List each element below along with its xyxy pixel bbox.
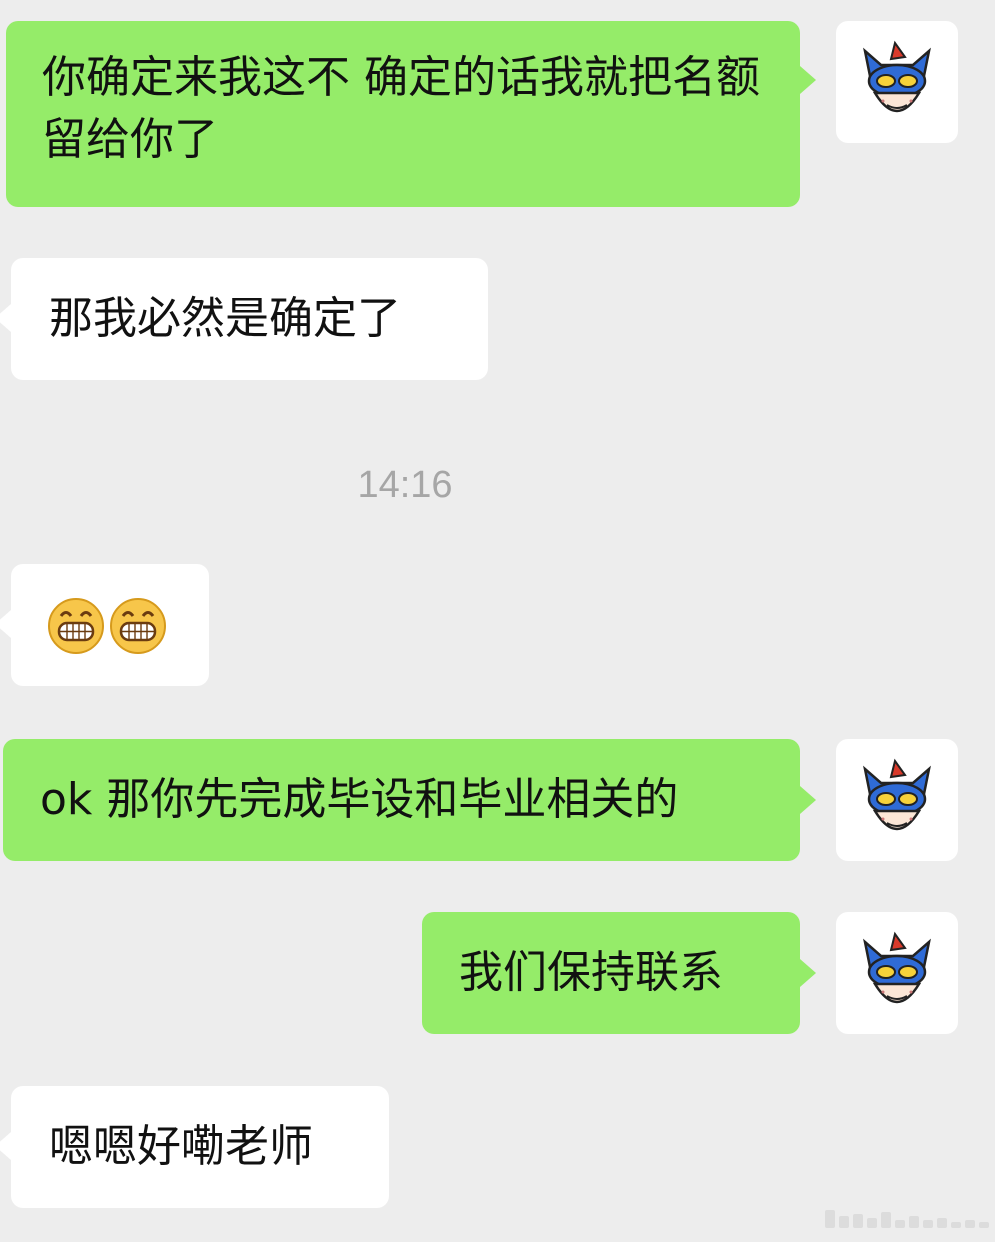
message-bubble-sent[interactable]: 我们保持联系 bbox=[422, 912, 800, 1034]
message-text: ok 那你先完成毕设和毕业相关的 bbox=[40, 774, 679, 825]
message-bubble-sent[interactable]: 你确定来我这不 确定的话我就把名额留给你了 bbox=[6, 21, 800, 207]
message-text: 嗯嗯好嘞老师 bbox=[49, 1121, 313, 1172]
masked-hero-avatar-icon bbox=[863, 40, 931, 113]
bubble-tail bbox=[800, 786, 816, 814]
grinning-face-emoji bbox=[48, 598, 104, 654]
message-bubble-sent[interactable]: ok 那你先完成毕设和毕业相关的 bbox=[3, 739, 800, 861]
message-text: 我们保持联系 bbox=[459, 947, 723, 998]
bubble-tail bbox=[800, 959, 816, 987]
masked-hero-avatar-icon bbox=[863, 931, 931, 1004]
message-bubble-received[interactable] bbox=[11, 564, 209, 686]
avatar[interactable] bbox=[836, 912, 958, 1034]
timestamp: 14:16 bbox=[357, 464, 453, 506]
message-text: 你确定来我这不 确定的话我就把名额留给你了 bbox=[42, 52, 760, 165]
message-bubble-received[interactable]: 嗯嗯好嘞老师 bbox=[11, 1086, 389, 1208]
avatar[interactable] bbox=[836, 21, 958, 143]
bubble-tail bbox=[0, 1132, 11, 1160]
bubble-tail bbox=[0, 610, 11, 638]
grinning-face-emoji bbox=[110, 598, 166, 654]
message-text: 那我必然是确定了 bbox=[49, 293, 401, 344]
avatar[interactable] bbox=[836, 739, 958, 861]
bubble-tail bbox=[0, 304, 11, 332]
message-bubble-received[interactable]: 那我必然是确定了 bbox=[11, 258, 488, 380]
masked-hero-avatar-icon bbox=[863, 758, 931, 831]
bubble-tail bbox=[800, 66, 816, 94]
watermark bbox=[825, 1210, 989, 1228]
